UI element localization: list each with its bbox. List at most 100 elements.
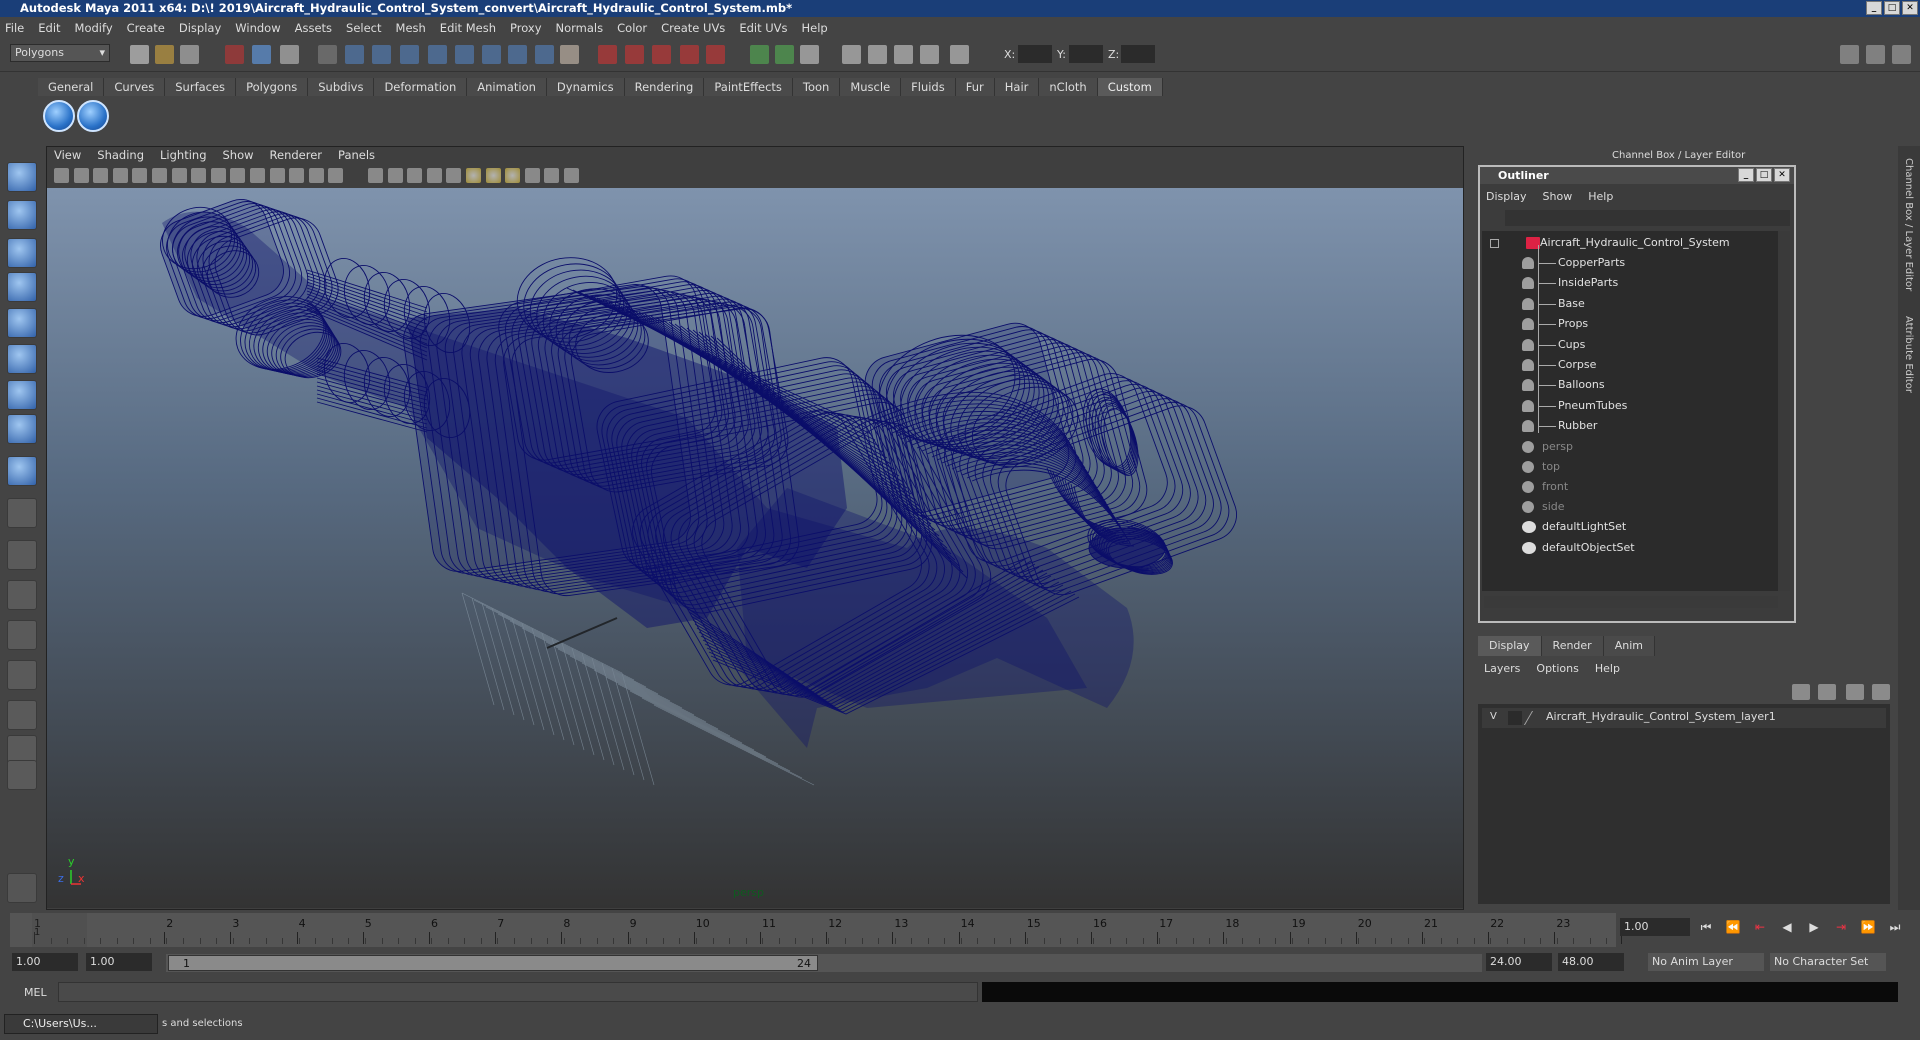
outliner-layout-icon[interactable] <box>7 620 37 650</box>
shelf-tab-dynamics[interactable]: Dynamics <box>546 78 625 96</box>
outliner-item[interactable]: CopperParts <box>1558 254 1625 272</box>
outliner-maximize-button[interactable]: □ <box>1756 168 1772 182</box>
viewport-tool-icon[interactable] <box>269 168 285 183</box>
viewport-tool-icon[interactable] <box>93 168 109 183</box>
layer-tool-icon[interactable] <box>1846 684 1864 700</box>
start-time-field[interactable]: 1.00 <box>12 953 78 971</box>
outliner-close-button[interactable]: ✕ <box>1774 168 1790 182</box>
x-field[interactable] <box>1018 45 1052 63</box>
shelf-tab-rendering[interactable]: Rendering <box>624 78 705 96</box>
layer-tool-icon[interactable] <box>1818 684 1836 700</box>
viewport-tool-icon[interactable] <box>308 168 324 183</box>
viewport-menu-view[interactable]: View <box>54 148 81 162</box>
toolbar-icon[interactable] <box>535 45 554 64</box>
viewport-menu-shading[interactable]: Shading <box>97 148 144 162</box>
layer-playback-toggle[interactable] <box>1508 711 1522 725</box>
outliner-item[interactable]: Base <box>1558 295 1585 313</box>
shelf-tab-animation[interactable]: Animation <box>467 78 547 96</box>
anim-layer-dropdown[interactable]: No Anim Layer <box>1648 953 1764 971</box>
shelf-tab-muscle[interactable]: Muscle <box>840 78 902 96</box>
viewport-tool-icon[interactable] <box>73 168 89 183</box>
menu-file[interactable]: File <box>5 21 24 35</box>
mel-input[interactable] <box>58 982 978 1002</box>
step-forward-key-icon[interactable]: ⏩ <box>1859 920 1877 936</box>
outliner-set-item[interactable]: defaultObjectSet <box>1542 539 1635 557</box>
viewport-tool-icon[interactable] <box>210 168 226 183</box>
viewport-tool-icon[interactable] <box>250 168 265 183</box>
four-pane-icon[interactable] <box>7 580 37 610</box>
layer-color-swatch[interactable] <box>1523 711 1547 725</box>
outliner-item[interactable]: InsideParts <box>1558 274 1618 292</box>
viewport-tool-icon[interactable] <box>112 168 128 183</box>
layer-menu-options[interactable]: Options <box>1536 662 1578 675</box>
manipulator-icon[interactable] <box>7 380 37 410</box>
viewport-menu-panels[interactable]: Panels <box>338 148 375 162</box>
layer-visibility-toggle[interactable]: V <box>1490 711 1497 722</box>
layer-tab-anim[interactable]: Anim <box>1603 636 1655 656</box>
toolbar-icon[interactable] <box>950 45 969 64</box>
menu-assets[interactable]: Assets <box>295 21 332 35</box>
paint-select-icon[interactable] <box>7 238 37 268</box>
menu-window[interactable]: Window <box>235 21 280 35</box>
lasso-tool-icon[interactable] <box>7 200 37 230</box>
menu-create[interactable]: Create <box>127 21 165 35</box>
close-button[interactable]: ✕ <box>1902 1 1918 15</box>
shelf-tab-hair[interactable]: Hair <box>994 78 1040 96</box>
minimize-button[interactable]: _ <box>1866 1 1882 15</box>
viewport-tool-icon[interactable] <box>230 168 246 183</box>
graph-layout-icon[interactable] <box>7 660 37 690</box>
viewport-menu-lighting[interactable]: Lighting <box>160 148 206 162</box>
step-back-key-icon[interactable]: ⏪ <box>1724 920 1742 936</box>
menu-create-uvs[interactable]: Create UVs <box>661 21 725 35</box>
layer-menu-layers[interactable]: Layers <box>1484 662 1520 675</box>
single-pane-icon[interactable] <box>7 540 37 570</box>
toolbar-icon[interactable] <box>652 45 671 64</box>
menu-edit-mesh[interactable]: Edit Mesh <box>440 21 496 35</box>
shelf-tab-ncloth[interactable]: nCloth <box>1039 78 1098 96</box>
toolbar-icon[interactable] <box>842 45 861 64</box>
expand-toggle[interactable] <box>1490 239 1499 248</box>
move-tool-icon[interactable] <box>7 272 37 302</box>
outliner-camera-item[interactable]: side <box>1542 498 1565 516</box>
viewport-tool-icon[interactable] <box>152 168 167 183</box>
toolbar-icon[interactable] <box>920 45 939 64</box>
viewport-tool-icon[interactable] <box>289 168 305 183</box>
outliner-minimize-button[interactable]: _ <box>1738 168 1754 182</box>
outliner-menu-show[interactable]: Show <box>1543 190 1573 203</box>
toolbar-icon[interactable] <box>372 45 391 64</box>
shelf-tab-fur[interactable]: Fur <box>955 78 995 96</box>
go-to-start-icon[interactable]: ⏮ <box>1697 920 1715 936</box>
viewport-tool-icon[interactable] <box>368 168 383 183</box>
outliner-camera-item[interactable]: persp <box>1542 438 1573 456</box>
layer-row[interactable]: V Aircraft_Hydraulic_Control_System_laye… <box>1482 708 1886 728</box>
outliner-item[interactable]: Props <box>1558 315 1588 333</box>
character-set-dropdown[interactable]: No Character Set <box>1770 953 1886 971</box>
layer-menu-help[interactable]: Help <box>1595 662 1620 675</box>
shelf-tab-general[interactable]: General <box>38 78 105 96</box>
menu-color[interactable]: Color <box>617 21 647 35</box>
outliner-set-item[interactable]: defaultLightSet <box>1542 518 1626 536</box>
playback-end-field[interactable]: 24.00 <box>1486 953 1552 971</box>
outliner-item[interactable]: Balloons <box>1558 376 1605 394</box>
menu-proxy[interactable]: Proxy <box>510 21 542 35</box>
outliner-camera-item[interactable]: top <box>1542 458 1560 476</box>
rotate-tool-icon[interactable] <box>7 308 37 338</box>
outliner-vscrollbar[interactable] <box>1778 231 1790 591</box>
y-field[interactable] <box>1069 45 1103 63</box>
playback-start-field[interactable]: 1.00 <box>86 953 152 971</box>
outliner-camera-item[interactable]: front <box>1542 478 1568 496</box>
select-tool-icon[interactable] <box>7 162 37 192</box>
panel-toggle-icon[interactable] <box>1866 45 1885 64</box>
menu-mesh[interactable]: Mesh <box>396 21 426 35</box>
outliner-menu-help[interactable]: Help <box>1588 190 1613 203</box>
panel-toggle-icon[interactable] <box>1840 45 1859 64</box>
scale-tool-icon[interactable] <box>7 344 37 374</box>
layer-tab-render[interactable]: Render <box>1541 636 1604 656</box>
step-back-frame-icon[interactable]: ⇤ <box>1751 920 1769 936</box>
attribute-editor-side-tab[interactable]: Attribute Editor <box>1903 316 1914 393</box>
viewport-tool-icon[interactable] <box>132 168 148 183</box>
toolbar-icon[interactable] <box>455 45 474 64</box>
viewport-menu-show[interactable]: Show <box>223 148 254 162</box>
toolbar-icon[interactable] <box>625 45 644 64</box>
hypershade-layout-icon[interactable] <box>7 700 37 730</box>
